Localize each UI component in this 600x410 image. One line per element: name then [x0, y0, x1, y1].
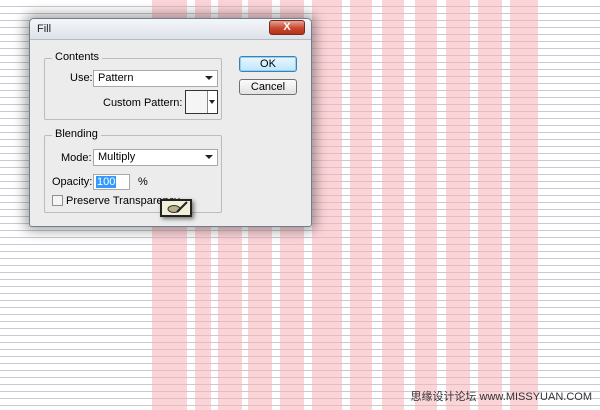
- custom-pattern-picker[interactable]: [185, 90, 218, 114]
- pink-stripe: [478, 0, 502, 410]
- pink-stripe: [510, 0, 538, 410]
- pencil-cursor-icon: [160, 199, 192, 217]
- custom-pattern-label: Custom Pattern:: [103, 97, 183, 109]
- chevron-down-icon: [205, 155, 213, 159]
- watermark: 思缘设计论坛 www.MISSYUAN.COM: [410, 391, 592, 403]
- pink-stripe: [350, 0, 372, 410]
- preserve-transparency-checkbox[interactable]: [52, 195, 63, 206]
- chevron-down-icon: [209, 100, 215, 104]
- opacity-unit: %: [138, 176, 148, 188]
- use-label: Use:: [70, 72, 93, 84]
- opacity-value: 100: [96, 176, 117, 188]
- chevron-down-icon: [205, 76, 213, 80]
- close-icon: X: [283, 21, 291, 33]
- opacity-label: Opacity:: [52, 176, 93, 188]
- ok-label: OK: [260, 58, 276, 70]
- pink-stripe: [312, 0, 342, 410]
- cancel-button[interactable]: Cancel: [239, 79, 297, 95]
- pencil-icon: [167, 201, 188, 213]
- contents-legend: Contents: [52, 51, 103, 63]
- mode-select-value: Multiply: [98, 151, 136, 163]
- pink-stripe: [446, 0, 470, 410]
- dialog-title: Fill: [37, 23, 52, 35]
- pink-stripe: [382, 0, 404, 410]
- pink-stripe: [415, 0, 437, 410]
- dialog-titlebar[interactable]: Fill X: [30, 19, 311, 40]
- mode-label: Mode:: [61, 152, 92, 164]
- use-select[interactable]: Pattern: [93, 70, 218, 87]
- opacity-input[interactable]: 100: [93, 174, 130, 190]
- pattern-swatch: [186, 91, 208, 113]
- blending-legend: Blending: [52, 128, 101, 140]
- cancel-label: Cancel: [250, 81, 286, 93]
- close-button[interactable]: X: [269, 20, 305, 35]
- use-select-value: Pattern: [98, 72, 134, 84]
- ok-button[interactable]: OK: [239, 56, 297, 72]
- fill-dialog: Fill X Contents Use: Pattern Custom Patt…: [29, 18, 312, 227]
- mode-select[interactable]: Multiply: [93, 149, 218, 166]
